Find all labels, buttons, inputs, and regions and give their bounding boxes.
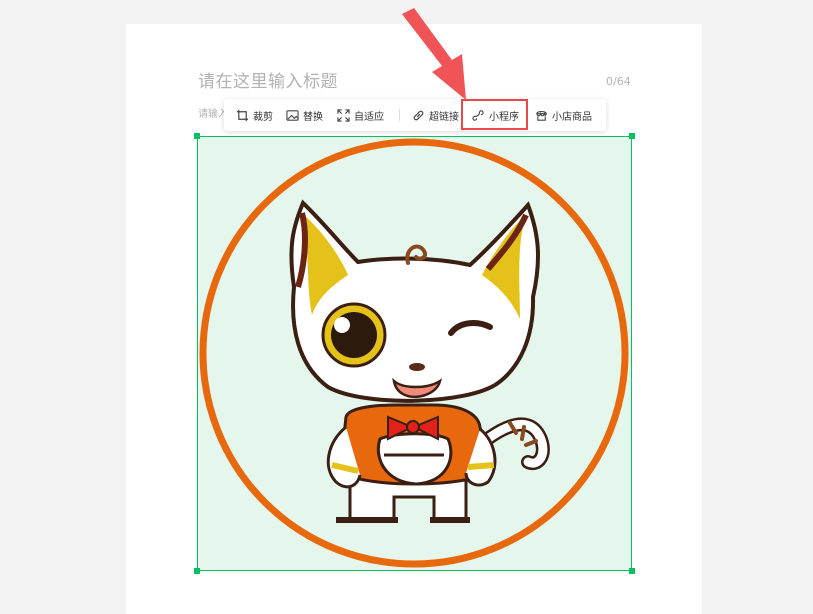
resize-handle-bottom-left[interactable] <box>194 568 200 574</box>
author-input[interactable]: 请输入作者 <box>198 108 224 122</box>
image-toolbar: 裁剪 替换 自适应 超链接 小程序 小店商品 <box>224 99 606 131</box>
resize-handle-bottom-right[interactable] <box>629 568 635 574</box>
shop-icon <box>536 110 547 121</box>
mini-program-highlight-box <box>461 99 528 130</box>
replace-label: 替换 <box>303 111 323 123</box>
shop-product-label: 小店商品 <box>552 111 592 123</box>
image-icon <box>286 109 299 121</box>
fit-button[interactable]: 自适应 <box>337 99 384 131</box>
hyperlink-label: 超链接 <box>429 111 459 123</box>
resize-handle-top-left[interactable] <box>194 133 200 139</box>
link-icon <box>413 110 424 120</box>
crop-label: 裁剪 <box>253 111 273 123</box>
crop-icon <box>236 109 249 121</box>
pointer-arrow-annotation <box>402 8 466 100</box>
crop-button[interactable]: 裁剪 <box>236 99 273 131</box>
selected-image[interactable] <box>194 133 635 574</box>
shop-product-button[interactable]: 小店商品 <box>535 99 592 131</box>
expand-icon <box>337 108 350 122</box>
replace-button[interactable]: 替换 <box>286 99 323 131</box>
hyperlink-button[interactable]: 超链接 <box>412 99 459 131</box>
title-input[interactable]: 请在这里输入标题 <box>198 70 338 94</box>
toolbar-divider <box>399 109 400 121</box>
title-char-counter: 0/64 <box>606 75 631 88</box>
cat-mascot-image <box>199 138 629 568</box>
resize-handle-top-right[interactable] <box>629 133 635 139</box>
fit-label: 自适应 <box>354 111 384 123</box>
